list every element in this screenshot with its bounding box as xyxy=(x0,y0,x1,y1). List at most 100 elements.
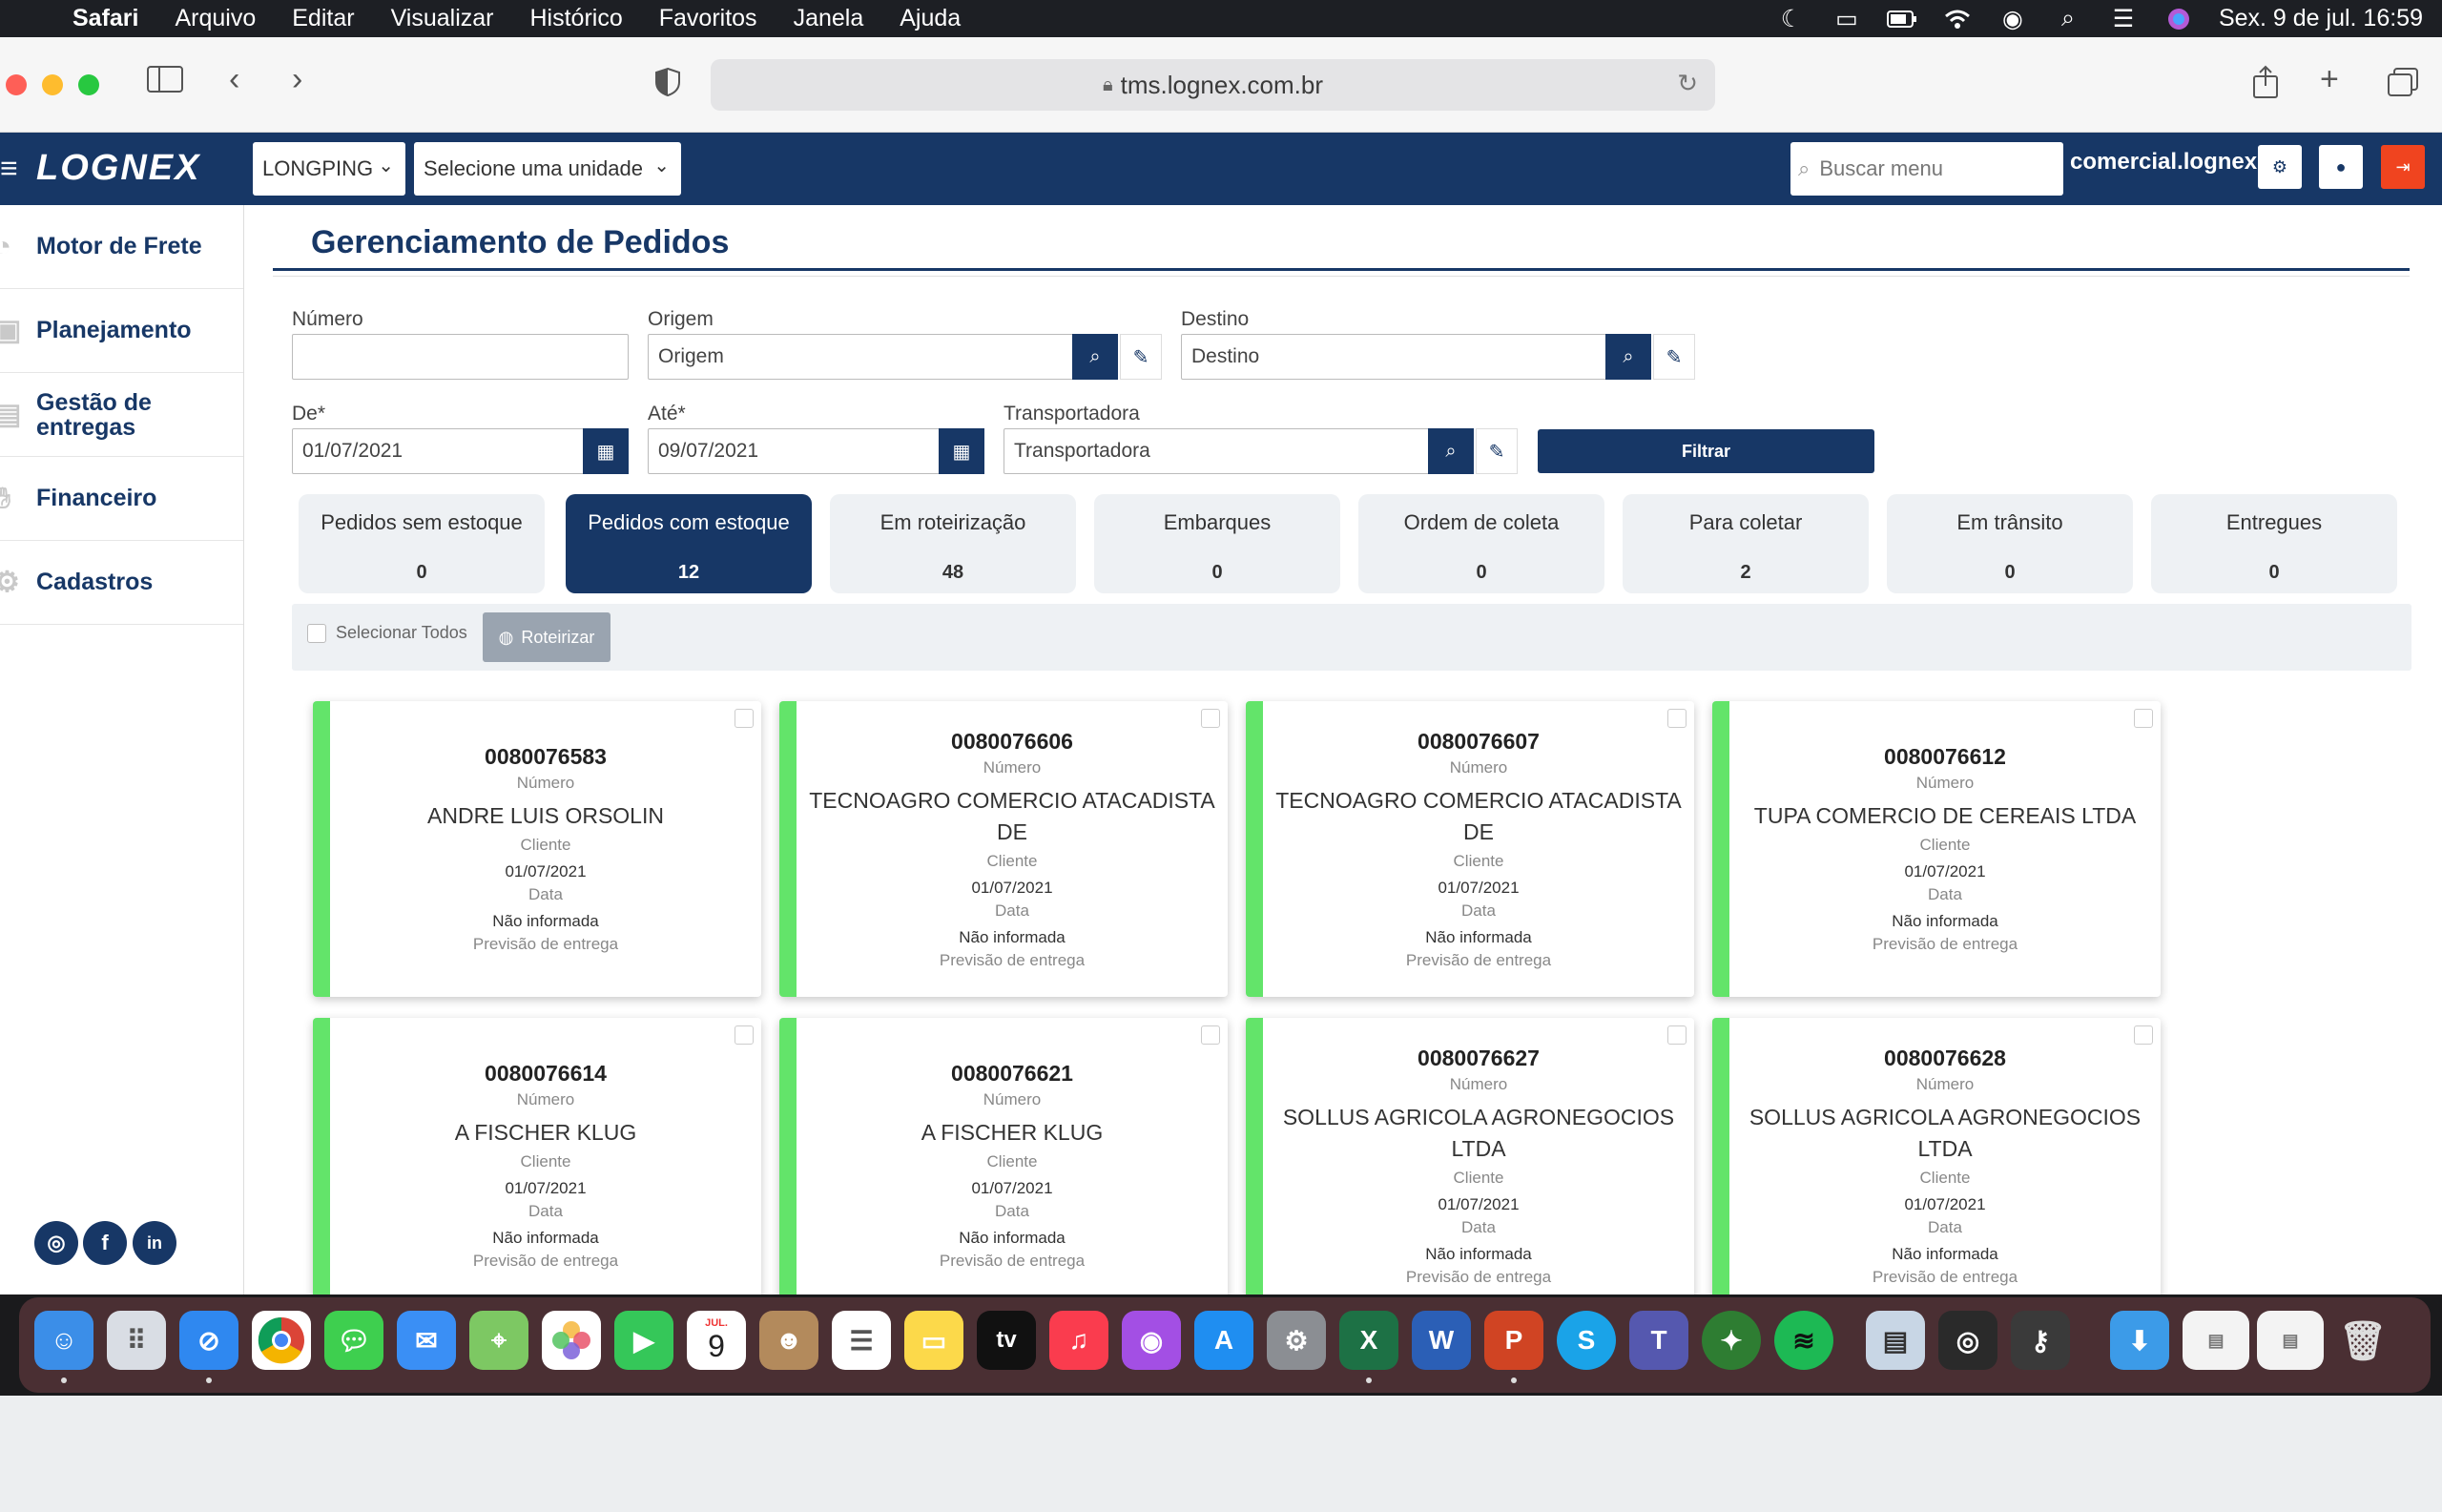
screen-mirror-icon[interactable]: ▭ xyxy=(1832,6,1862,32)
transportadora-input[interactable]: Transportadora xyxy=(1004,428,1433,474)
destino-search-button[interactable]: ⌕ xyxy=(1605,334,1651,380)
de-calendar-button[interactable]: ▦ xyxy=(583,428,629,474)
launchpad-icon[interactable]: ⠿ xyxy=(107,1311,166,1370)
tab-ordem-de-coleta[interactable]: Ordem de coleta 0 xyxy=(1358,494,1604,593)
filter-button[interactable]: Filtrar xyxy=(1538,429,1874,473)
app-store-icon[interactable]: A xyxy=(1194,1311,1253,1370)
sidebar-item-financeiro[interactable]: ✋︎ Financeiro xyxy=(0,457,243,541)
instagram-icon[interactable]: ◎ xyxy=(34,1221,78,1265)
facebook-icon[interactable]: f xyxy=(83,1221,127,1265)
apple-tv-icon[interactable]: tv xyxy=(977,1311,1036,1370)
menu-item[interactable]: Histórico xyxy=(530,5,623,32)
address-bar[interactable]: 🔒︎ tms.lognex.com.br ↻ xyxy=(711,59,1715,111)
sidebar-item-cadastros[interactable]: ⚙ Cadastros xyxy=(0,541,243,625)
downloads-folder-icon[interactable]: ⬇ xyxy=(2110,1311,2169,1370)
order-card[interactable]: 0080076607 Número TECNOAGRO COMERCIO ATA… xyxy=(1246,701,1694,997)
ate-calendar-button[interactable]: ▦ xyxy=(939,428,984,474)
sidebar-toggle-icon[interactable] xyxy=(147,65,183,102)
logout-button[interactable]: ⇥ xyxy=(2381,145,2425,189)
order-card[interactable]: 0080076606 Número TECNOAGRO COMERCIO ATA… xyxy=(779,701,1228,997)
de-date-input[interactable]: 01/07/2021 xyxy=(292,428,588,474)
spotlight-icon[interactable]: ⌕ xyxy=(2053,5,2083,31)
moon-icon[interactable]: ☾ xyxy=(1776,6,1807,32)
maps-icon[interactable]: ⌖ xyxy=(469,1311,528,1370)
menu-search-input[interactable]: ⌕ Buscar menu xyxy=(1790,142,2063,196)
battery-icon[interactable] xyxy=(1886,7,1917,31)
select-all-checkbox[interactable]: Selecionar Todos xyxy=(307,623,467,643)
menu-app-name[interactable]: Safari xyxy=(72,5,138,32)
linkedin-icon[interactable]: in xyxy=(133,1221,176,1265)
tab-embarques[interactable]: Embarques 0 xyxy=(1094,494,1340,593)
sidebar-item-motor-de-frete[interactable]: ◔ Motor de Frete xyxy=(0,205,243,289)
numero-input[interactable] xyxy=(292,334,629,380)
company-select[interactable]: LONGPING ⌄ xyxy=(253,142,405,196)
excel-icon[interactable]: X xyxy=(1339,1311,1398,1370)
chrome-icon[interactable] xyxy=(252,1311,311,1370)
music-icon[interactable]: ♫ xyxy=(1049,1311,1108,1370)
trash-icon[interactable]: 🗑︎ xyxy=(2333,1311,2392,1370)
keychain-icon[interactable]: ⚷ xyxy=(2011,1311,2070,1370)
checkbox[interactable] xyxy=(307,623,326,643)
lognex-logo[interactable]: LOGNEX xyxy=(36,148,200,189)
calendar-icon[interactable]: JUL. 9 xyxy=(687,1311,746,1370)
share-icon[interactable] xyxy=(2251,65,2280,108)
quicktime-icon[interactable]: ◎ xyxy=(1938,1311,1997,1370)
route-button[interactable]: ◍ Roteirizar xyxy=(483,612,610,662)
photos-icon[interactable] xyxy=(542,1311,601,1370)
new-tab-icon[interactable]: + xyxy=(2320,61,2339,98)
destino-edit-button[interactable]: ✎ xyxy=(1653,334,1695,380)
forward-icon[interactable]: › xyxy=(292,61,302,98)
tab-pedidos-sem-estoque[interactable]: Pedidos sem estoque 0 xyxy=(299,494,545,593)
settings-button[interactable]: ⚙ xyxy=(2258,145,2302,189)
safari-icon[interactable]: ⊘ xyxy=(179,1311,238,1370)
menu-item[interactable]: Visualizar xyxy=(391,5,494,32)
tab-entregues[interactable]: Entregues 0 xyxy=(2151,494,2397,593)
game-icon[interactable]: ✦ xyxy=(1702,1311,1761,1370)
close-window-button[interactable] xyxy=(6,74,27,95)
reload-icon[interactable]: ↻ xyxy=(1677,69,1698,98)
tab-em-transito[interactable]: Em trânsito 0 xyxy=(1887,494,2133,593)
hamburger-menu-icon[interactable]: ≡ xyxy=(0,151,18,186)
skype-icon[interactable]: S xyxy=(1557,1311,1616,1370)
word-icon[interactable]: W xyxy=(1412,1311,1471,1370)
finder-icon[interactable]: ☺ xyxy=(34,1311,93,1370)
privacy-shield-icon[interactable] xyxy=(654,67,681,106)
order-card[interactable]: 0080076621 Número A FISCHER KLUG Cliente… xyxy=(779,1018,1228,1295)
origem-edit-button[interactable]: ✎ xyxy=(1120,334,1162,380)
menu-clock[interactable]: Sex. 9 de jul. 16:59 xyxy=(2219,5,2423,32)
messages-icon[interactable]: 💬︎ xyxy=(324,1311,383,1370)
menu-item[interactable]: Arquivo xyxy=(175,5,256,32)
origem-search-button[interactable]: ⌕ xyxy=(1072,334,1118,380)
order-card[interactable]: 0080076627 Número SOLLUS AGRICOLA AGRONE… xyxy=(1246,1018,1694,1295)
order-card[interactable]: 0080076628 Número SOLLUS AGRICOLA AGRONE… xyxy=(1712,1018,2161,1295)
facetime-icon[interactable]: ▶ xyxy=(614,1311,673,1370)
order-card[interactable]: 0080076612 Número TUPA COMERCIO DE CEREA… xyxy=(1712,701,2161,997)
wifi-icon[interactable] xyxy=(1942,7,1973,31)
help-button[interactable]: ● xyxy=(2319,145,2363,189)
preview-icon[interactable]: ▤ xyxy=(1866,1311,1925,1370)
tab-em-roteirizacao[interactable]: Em roteirização 48 xyxy=(830,494,1076,593)
reminders-icon[interactable]: ☰ xyxy=(832,1311,891,1370)
destino-input[interactable]: Destino xyxy=(1181,334,1610,380)
user-name[interactable]: comercial.lognex xyxy=(2070,149,2257,176)
powerpoint-icon[interactable]: P xyxy=(1484,1311,1543,1370)
document-stack-icon[interactable]: ▤ xyxy=(2257,1311,2324,1370)
back-icon[interactable]: ‹ xyxy=(229,61,239,98)
notes-icon[interactable]: ▭ xyxy=(904,1311,963,1370)
minimize-window-button[interactable] xyxy=(42,74,63,95)
system-preferences-icon[interactable]: ⚙ xyxy=(1267,1311,1326,1370)
origem-input[interactable]: Origem xyxy=(648,334,1077,380)
order-card[interactable]: 0080076583 Número ANDRE LUIS ORSOLIN Cli… xyxy=(313,701,761,997)
control-center-icon[interactable]: ☰ xyxy=(2108,6,2139,32)
menu-item[interactable]: Editar xyxy=(292,5,354,32)
podcasts-icon[interactable]: ◉ xyxy=(1122,1311,1181,1370)
document-stack-icon[interactable]: ▤ xyxy=(2183,1311,2249,1370)
sidebar-item-planejamento[interactable]: ▣ Planejamento xyxy=(0,289,243,373)
tab-overview-icon[interactable] xyxy=(2387,67,2419,106)
unit-select[interactable]: Selecione uma unidade ⌄ xyxy=(414,142,681,196)
zoom-window-button[interactable] xyxy=(78,74,99,95)
teams-icon[interactable]: T xyxy=(1629,1311,1688,1370)
siri-icon[interactable] xyxy=(2163,7,2194,31)
spotify-icon[interactable]: ≋ xyxy=(1774,1311,1833,1370)
transportadora-search-button[interactable]: ⌕ xyxy=(1428,428,1474,474)
